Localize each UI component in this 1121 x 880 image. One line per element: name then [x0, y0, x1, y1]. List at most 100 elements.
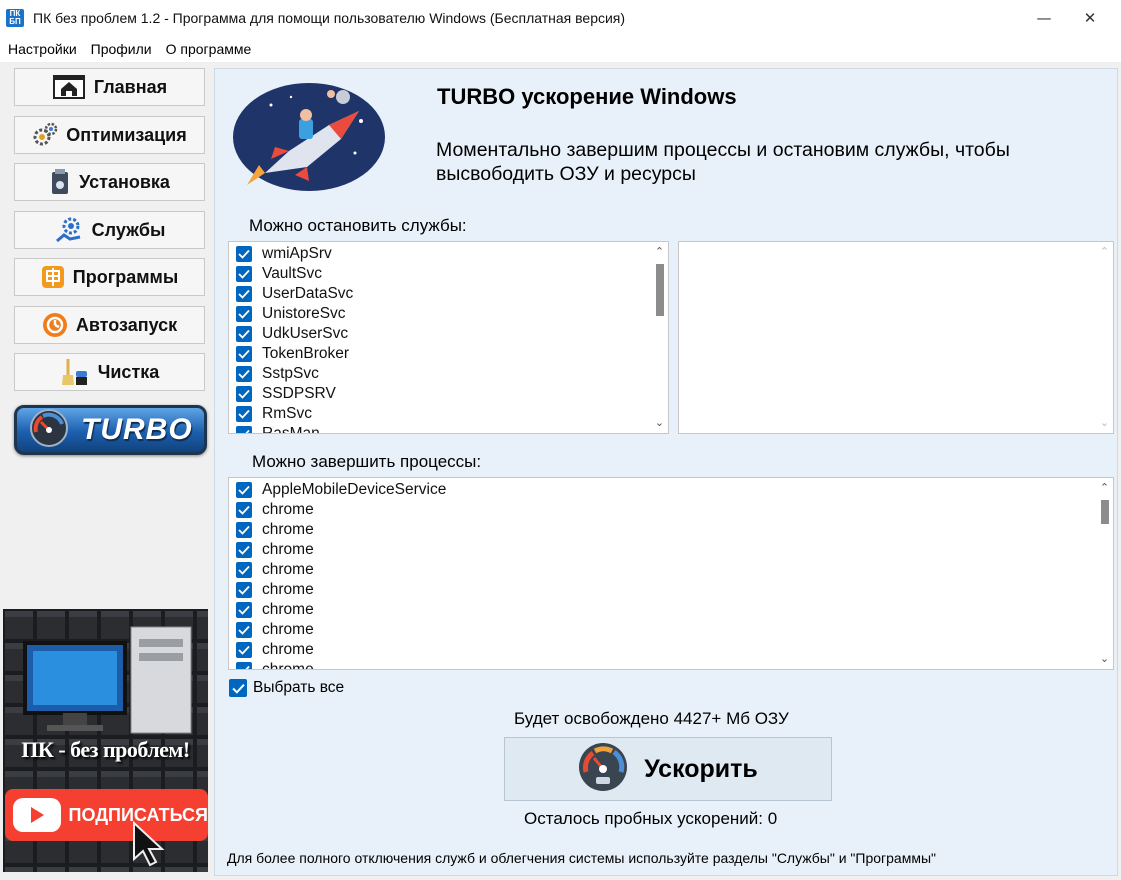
- sidebar-item-services[interactable]: Службы: [14, 211, 205, 249]
- checkbox[interactable]: [236, 622, 252, 638]
- services-icon: [54, 215, 84, 245]
- checkbox[interactable]: [236, 642, 252, 658]
- checkbox[interactable]: [229, 679, 247, 697]
- checkbox[interactable]: [236, 286, 252, 302]
- checkbox[interactable]: [236, 346, 252, 362]
- checkbox[interactable]: [236, 602, 252, 618]
- checkbox[interactable]: [236, 426, 252, 433]
- ad-title: ПК - без проблем!: [21, 737, 190, 762]
- checkbox[interactable]: [236, 306, 252, 322]
- list-item[interactable]: chrome: [229, 660, 1113, 669]
- list-item[interactable]: chrome: [229, 620, 1113, 640]
- list-item-label: chrome: [262, 501, 314, 518]
- minimize-icon: —: [1036, 9, 1052, 27]
- checkbox[interactable]: [236, 482, 252, 498]
- list-item[interactable]: chrome: [229, 540, 1113, 560]
- list-item-label: chrome: [262, 561, 314, 578]
- scroll-up-icon[interactable]: ⌃: [651, 243, 668, 260]
- sidebar-item-autostart[interactable]: Автозапуск: [14, 306, 205, 344]
- checkbox[interactable]: [236, 582, 252, 598]
- list-item[interactable]: AppleMobileDeviceService: [229, 480, 1113, 500]
- sidebar-item-optimization[interactable]: Оптимизация: [14, 116, 205, 154]
- list-item[interactable]: TokenBroker: [229, 344, 668, 364]
- services-list[interactable]: wmiApSrv VaultSvc UserDataSvc UnistoreSv…: [228, 241, 669, 434]
- sidebar-item-cleanup[interactable]: Чистка: [14, 353, 205, 391]
- details-scrollbar[interactable]: ⌃ ⌄: [1096, 242, 1113, 433]
- checkbox[interactable]: [236, 662, 252, 669]
- select-all-checkbox[interactable]: Выбрать все: [229, 679, 344, 697]
- speedometer-icon: [578, 742, 628, 797]
- menu-settings[interactable]: Настройки: [8, 41, 77, 57]
- list-item[interactable]: chrome: [229, 500, 1113, 520]
- scroll-down-icon[interactable]: ⌄: [1096, 414, 1113, 431]
- sidebar-item-label: Автозапуск: [75, 314, 178, 335]
- list-item[interactable]: chrome: [229, 600, 1113, 620]
- processes-list[interactable]: AppleMobileDeviceService chrome chrome c…: [228, 477, 1114, 670]
- menu-about[interactable]: О программе: [166, 41, 252, 57]
- service-details-box[interactable]: ⌃ ⌄: [678, 241, 1114, 434]
- checkbox[interactable]: [236, 366, 252, 382]
- checkbox[interactable]: [236, 246, 252, 262]
- speedup-button[interactable]: Ускорить: [504, 737, 832, 801]
- turbo-button[interactable]: TURBO: [14, 405, 207, 455]
- sidebar-item-label: Службы: [91, 219, 166, 240]
- close-button[interactable]: ✕: [1067, 0, 1113, 36]
- list-item-label: SstpSvc: [262, 365, 319, 382]
- scroll-thumb[interactable]: [656, 264, 664, 316]
- ad-banner[interactable]: ПК - без проблем! ПОДПИСАТЬСЯ: [3, 609, 208, 872]
- list-item[interactable]: RasMan: [229, 424, 668, 434]
- list-item[interactable]: SstpSvc: [229, 364, 668, 384]
- window-title: ПК без проблем 1.2 - Программа для помощ…: [33, 10, 626, 26]
- minimize-button[interactable]: —: [1021, 0, 1067, 36]
- list-item-label: RasMan: [262, 425, 320, 434]
- sidebar-item-install[interactable]: Установка: [14, 163, 205, 201]
- list-item[interactable]: chrome: [229, 640, 1113, 660]
- scroll-down-icon[interactable]: ⌄: [1096, 650, 1113, 667]
- checkbox[interactable]: [236, 542, 252, 558]
- sidebar-item-label: Чистка: [97, 361, 160, 382]
- list-item[interactable]: SSDPSRV: [229, 384, 668, 404]
- list-item[interactable]: UserDataSvc: [229, 284, 668, 304]
- list-item[interactable]: RmSvc: [229, 404, 668, 424]
- list-item[interactable]: chrome: [229, 520, 1113, 540]
- subscribe-button[interactable]: ПОДПИСАТЬСЯ: [5, 789, 208, 841]
- list-item[interactable]: UnistoreSvc: [229, 304, 668, 324]
- menu-profiles[interactable]: Профили: [91, 41, 152, 57]
- speedometer-icon: [29, 408, 69, 453]
- main-panel: TURBO ускорение Windows Моментально заве…: [214, 68, 1118, 876]
- turbo-label: TURBO: [81, 413, 193, 446]
- scroll-thumb[interactable]: [1101, 500, 1109, 524]
- scroll-up-icon[interactable]: ⌃: [1096, 243, 1113, 260]
- checkbox[interactable]: [236, 266, 252, 282]
- services-scrollbar[interactable]: ⌃ ⌄: [651, 242, 668, 433]
- list-item[interactable]: chrome: [229, 560, 1113, 580]
- list-item[interactable]: chrome: [229, 580, 1113, 600]
- sidebar-item-label: Программы: [72, 266, 179, 287]
- list-item[interactable]: UdkUserSvc: [229, 324, 668, 344]
- checkbox[interactable]: [236, 502, 252, 518]
- list-item[interactable]: VaultSvc: [229, 264, 668, 284]
- checkbox[interactable]: [236, 386, 252, 402]
- cursor-icon: [133, 821, 165, 867]
- checkbox[interactable]: [236, 562, 252, 578]
- checkbox[interactable]: [236, 326, 252, 342]
- app-icon: ПК БП: [6, 9, 24, 27]
- speedup-label: Ускорить: [644, 754, 758, 783]
- sidebar-item-programs[interactable]: Программы: [14, 258, 205, 296]
- checkbox[interactable]: [236, 522, 252, 538]
- page-title: TURBO ускорение Windows: [437, 84, 737, 109]
- app-icon-line2: БП: [9, 17, 21, 26]
- list-item-label: VaultSvc: [262, 265, 323, 282]
- services-caption: Можно остановить службы:: [249, 216, 467, 235]
- checkbox[interactable]: [236, 406, 252, 422]
- scroll-up-icon[interactable]: ⌃: [1096, 479, 1113, 496]
- free-memory-info: Будет освобождено 4427+ Мб ОЗУ: [514, 709, 789, 728]
- title-bar: ПК БП ПК без проблем 1.2 - Программа для…: [0, 0, 1121, 36]
- list-item-label: UnistoreSvc: [262, 305, 346, 322]
- sidebar-item-home[interactable]: Главная: [14, 68, 205, 106]
- scroll-down-icon[interactable]: ⌄: [651, 414, 668, 431]
- list-item-label: chrome: [262, 601, 314, 618]
- processes-scrollbar[interactable]: ⌃ ⌄: [1096, 478, 1113, 669]
- list-item[interactable]: wmiApSrv: [229, 244, 668, 264]
- list-item-label: SSDPSRV: [262, 385, 336, 402]
